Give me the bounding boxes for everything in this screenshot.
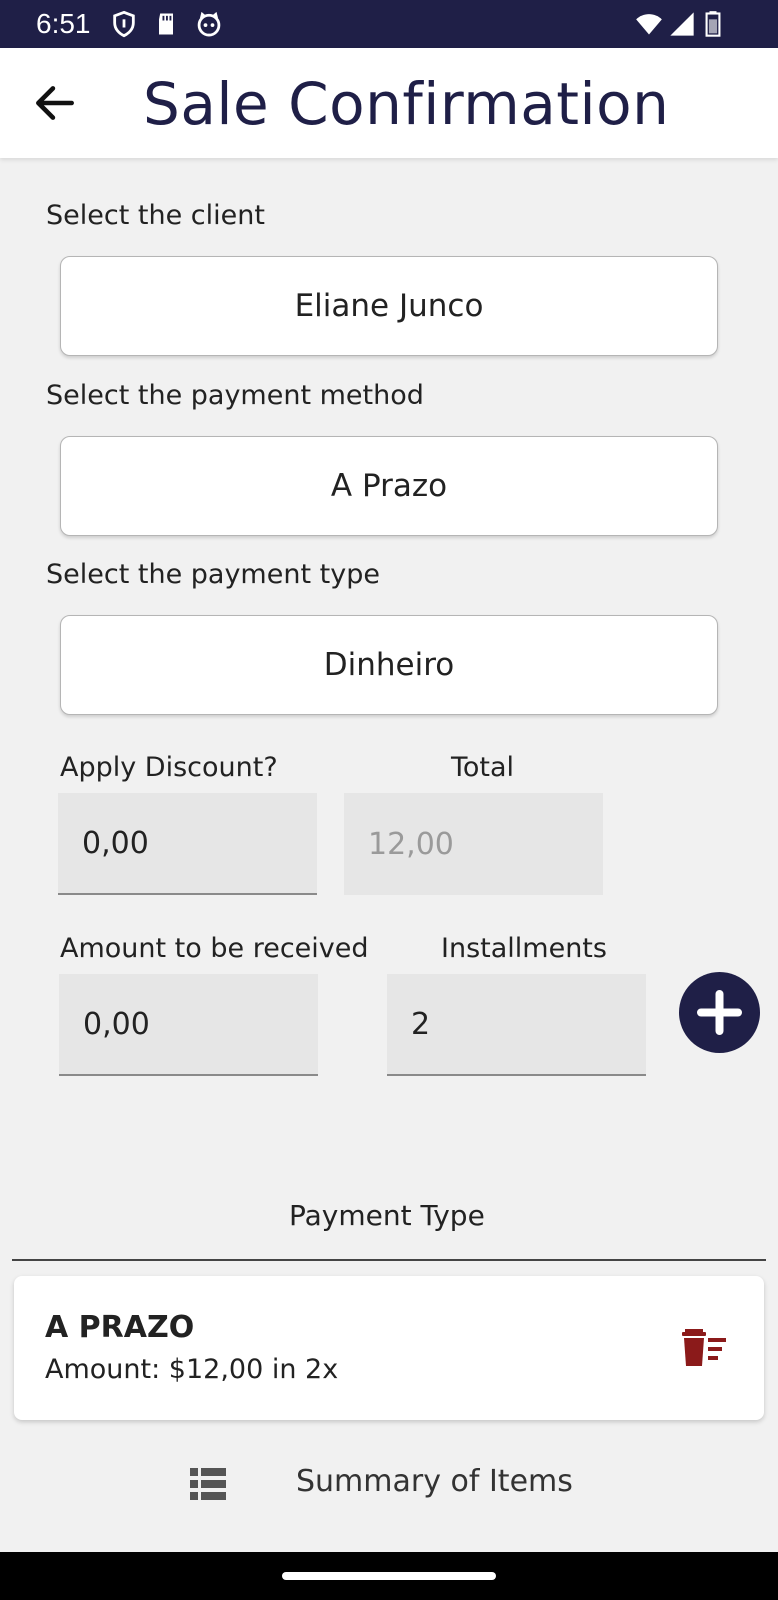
total-field: 12,00 [344,793,603,895]
list-icon [190,1468,226,1500]
page-title: Sale Confirmation [143,70,670,138]
amount-received-input[interactable]: 0,00 [59,974,318,1076]
discount-input[interactable]: 0,00 [58,793,317,895]
discount-label: Apply Discount? [60,752,278,783]
summary-of-items-link[interactable]: Summary of Items [190,1464,610,1514]
sd-card-icon [159,13,173,35]
back-arrow-icon[interactable] [30,78,80,128]
amount-received-label: Amount to be received [60,933,369,964]
app-bar: Sale Confirmation [0,48,778,158]
payment-card-amount: Amount: $12,00 in 2x [45,1354,339,1385]
section-divider [12,1259,766,1261]
shield-icon [113,10,135,38]
installments-label: Installments [441,933,607,964]
payment-card: A PRAZO Amount: $12,00 in 2x [14,1276,764,1420]
installments-input[interactable]: 2 [387,974,646,1076]
cellular-signal-icon [670,12,694,36]
delete-payment-icon[interactable] [680,1326,728,1368]
home-gesture-handle[interactable] [282,1572,496,1580]
battery-icon [705,11,721,37]
payment-method-select[interactable]: A Prazo [60,436,718,536]
wifi-icon [636,14,662,35]
add-payment-button[interactable] [679,972,760,1053]
payment-type-label: Select the payment type [46,559,380,590]
payment-list-header: Payment Type [289,1199,485,1232]
client-label: Select the client [46,200,265,231]
payment-method-label: Select the payment method [46,380,424,411]
summary-of-items-label: Summary of Items [296,1464,573,1499]
status-time: 6:51 [36,8,91,39]
status-bar: 6:51 [0,0,778,48]
payment-type-select[interactable]: Dinheiro [60,615,718,715]
client-select[interactable]: Eliane Junco [60,256,718,356]
cat-face-icon [197,11,221,37]
plus-icon [697,990,742,1035]
payment-card-title: A PRAZO [45,1310,195,1345]
total-label: Total [451,752,515,783]
